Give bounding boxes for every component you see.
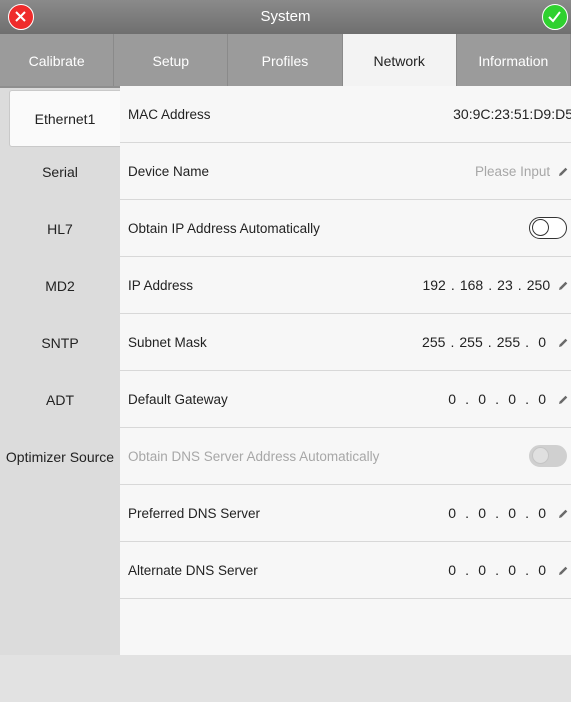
- pencil-icon: [559, 338, 568, 348]
- tab-calibrate[interactable]: Calibrate: [0, 34, 115, 88]
- ip-address-row[interactable]: IP Address 192. 168. 23. 250: [120, 257, 571, 314]
- sidebar-item-md2[interactable]: MD2: [0, 258, 120, 315]
- default-gateway-label: Default Gateway: [128, 392, 228, 407]
- toggle-knob: [532, 447, 549, 464]
- ip-dot: .: [525, 391, 530, 407]
- subnet-octet-4[interactable]: 0: [534, 314, 550, 371]
- confirm-button[interactable]: [542, 4, 568, 30]
- ip-dot: .: [450, 334, 455, 350]
- device-name-field[interactable]: Please Input: [475, 143, 571, 200]
- subnet-octet-2[interactable]: 255: [459, 314, 482, 371]
- ip-dot: .: [488, 277, 493, 293]
- pencil-icon: [559, 281, 568, 291]
- device-name-label: Device Name: [128, 164, 210, 179]
- subnet-mask-row[interactable]: Subnet Mask 255. 255. 255. 0: [120, 314, 571, 371]
- ip-dot: .: [517, 277, 522, 293]
- ip-address-field[interactable]: 192. 168. 23. 250: [422, 257, 571, 314]
- tab-setup[interactable]: Setup: [114, 34, 229, 88]
- pencil-icon: [559, 509, 568, 519]
- alternate-dns-octet-1[interactable]: 0: [444, 542, 460, 599]
- preferred-dns-octet-3[interactable]: 0: [504, 485, 520, 542]
- subnet-mask-label: Subnet Mask: [128, 335, 207, 350]
- subnet-octet-1[interactable]: 255: [422, 314, 445, 371]
- alternate-dns-octet-3[interactable]: 0: [504, 542, 520, 599]
- ip-octet-2[interactable]: 168: [460, 257, 483, 314]
- pencil-icon: [559, 395, 568, 405]
- ip-address-label: IP Address: [128, 278, 194, 293]
- alternate-dns-row[interactable]: Alternate DNS Server 0.0.0.0: [120, 542, 571, 599]
- sidebar-item-sntp[interactable]: SNTP: [0, 315, 120, 372]
- ip-dot: .: [465, 391, 470, 407]
- device-name-row[interactable]: Device Name Please Input: [120, 143, 571, 200]
- toggle-knob: [532, 219, 549, 236]
- ip-dot: .: [525, 334, 530, 350]
- ip-dot: .: [465, 505, 470, 521]
- default-gateway-row[interactable]: Default Gateway 0.0.0.0: [120, 371, 571, 428]
- ip-octet-1[interactable]: 192: [422, 257, 445, 314]
- sidebar: Ethernet1 Serial HL7 MD2 SNTP ADT Optimi…: [0, 88, 120, 655]
- tab-network[interactable]: Network: [342, 34, 457, 88]
- preferred-dns-octet-2[interactable]: 0: [474, 485, 490, 542]
- mac-address-value: 30:9C:23:51:D9:D5: [453, 106, 571, 122]
- ip-dot: .: [495, 505, 500, 521]
- ip-dot: .: [465, 562, 470, 578]
- preferred-dns-octet-1[interactable]: 0: [444, 485, 460, 542]
- sidebar-item-serial[interactable]: Serial: [0, 144, 120, 201]
- ip-octet-4[interactable]: 250: [527, 257, 550, 314]
- alternate-dns-field[interactable]: 0.0.0.0: [444, 542, 571, 599]
- tab-bar: Calibrate Setup Profiles Network Informa…: [0, 34, 571, 88]
- tab-profiles[interactable]: Profiles: [228, 34, 343, 88]
- obtain-dns-toggle[interactable]: [529, 445, 567, 467]
- gateway-octet-3[interactable]: 0: [504, 371, 520, 428]
- tab-information[interactable]: Information: [457, 34, 571, 88]
- obtain-ip-label: Obtain IP Address Automatically: [128, 221, 320, 236]
- gateway-octet-4[interactable]: 0: [534, 371, 550, 428]
- subnet-mask-field[interactable]: 255. 255. 255. 0: [422, 314, 571, 371]
- gateway-octet-1[interactable]: 0: [444, 371, 460, 428]
- ip-dot: .: [450, 277, 455, 293]
- alternate-dns-label: Alternate DNS Server: [128, 563, 258, 578]
- obtain-ip-toggle[interactable]: [529, 217, 567, 239]
- mac-address-row: MAC Address 30:9C:23:51:D9:D5: [120, 86, 571, 143]
- title-bar: System: [0, 0, 571, 34]
- ip-dot: .: [525, 505, 530, 521]
- footer-bar: [0, 655, 571, 702]
- ip-dot: .: [495, 391, 500, 407]
- pencil-icon: [559, 167, 568, 177]
- subnet-octet-3[interactable]: 255: [497, 314, 520, 371]
- preferred-dns-row[interactable]: Preferred DNS Server 0.0.0.0: [120, 485, 571, 542]
- ip-dot: .: [495, 562, 500, 578]
- preferred-dns-octet-4[interactable]: 0: [534, 485, 550, 542]
- pencil-icon: [559, 566, 568, 576]
- window-title: System: [260, 8, 311, 25]
- alternate-dns-octet-4[interactable]: 0: [534, 542, 550, 599]
- obtain-ip-row: Obtain IP Address Automatically: [120, 200, 571, 257]
- sidebar-item-hl7[interactable]: HL7: [0, 201, 120, 258]
- sidebar-item-optimizer-source[interactable]: Optimizer Source: [0, 429, 120, 486]
- sidebar-item-ethernet1[interactable]: Ethernet1: [9, 90, 120, 147]
- alternate-dns-octet-2[interactable]: 0: [474, 542, 490, 599]
- ip-octet-3[interactable]: 23: [497, 257, 513, 314]
- default-gateway-field[interactable]: 0.0.0.0: [444, 371, 571, 428]
- obtain-dns-label: Obtain DNS Server Address Automatically: [128, 449, 380, 464]
- sidebar-item-adt[interactable]: ADT: [0, 372, 120, 429]
- preferred-dns-label: Preferred DNS Server: [128, 506, 261, 521]
- ip-dot: .: [487, 334, 492, 350]
- check-icon: [548, 11, 561, 23]
- device-name-placeholder: Please Input: [475, 164, 551, 179]
- gateway-octet-2[interactable]: 0: [474, 371, 490, 428]
- ip-dot: .: [525, 562, 530, 578]
- preferred-dns-field[interactable]: 0.0.0.0: [444, 485, 571, 542]
- obtain-dns-row: Obtain DNS Server Address Automatically: [120, 428, 571, 485]
- mac-address-label: MAC Address: [128, 107, 211, 122]
- network-settings-panel: MAC Address 30:9C:23:51:D9:D5 Device Nam…: [120, 86, 571, 655]
